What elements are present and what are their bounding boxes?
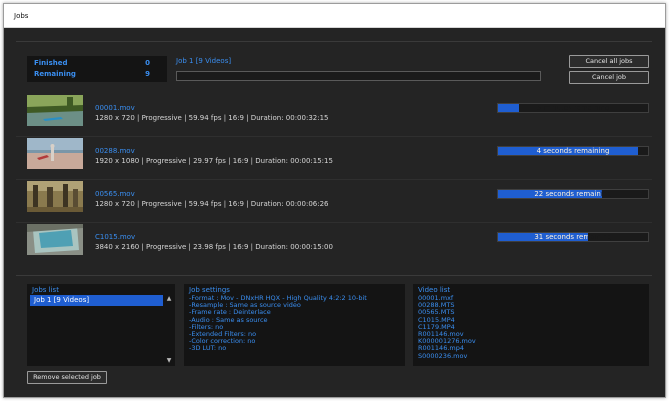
video-row: C1015.mov 3840 x 2160 | Progressive | 23… <box>4 222 665 264</box>
video-list-title: Video list <box>418 286 451 294</box>
scroll-up-icon[interactable]: ▲ <box>166 296 172 302</box>
video-list-items: 00001.mxf 00288.MTS 00565.MTS C1015.MP4 … <box>418 294 476 360</box>
video-name: 00565.mov <box>95 190 135 198</box>
video-name: 00288.mov <box>95 147 135 155</box>
video-progress-bar: 4 seconds remaining 4 seconds remaining <box>497 146 649 156</box>
row-divider <box>16 179 652 180</box>
video-info: 1280 x 720 | Progressive | 59.94 fps | 1… <box>95 200 329 208</box>
jobs-list-item[interactable]: Job 1 [9 Videos] <box>30 295 163 306</box>
cancel-all-jobs-button[interactable]: Cancel all jobs <box>569 55 649 68</box>
jobs-list-title: Jobs list <box>32 286 59 294</box>
scroll-down-icon[interactable]: ▼ <box>166 358 172 364</box>
row-divider <box>16 136 652 137</box>
jobs-window: Jobs Finished 0 Remaining 9 Job 1 [9 Vid… <box>3 3 666 398</box>
video-row: 00001.mov 1280 x 720 | Progressive | 59.… <box>4 95 665 135</box>
window-title: Jobs <box>14 12 29 20</box>
finished-row: Finished 0 <box>34 59 160 69</box>
video-list-panel: Video list 00001.mxf 00288.MTS 00565.MTS… <box>413 284 649 366</box>
title-bar[interactable]: Jobs <box>4 4 665 28</box>
remaining-count: 9 <box>145 70 150 78</box>
progress-label: 5 minutes remaining <box>536 104 610 112</box>
divider <box>16 41 652 42</box>
video-list-item: S0000236.mov <box>418 351 468 360</box>
job-settings-lines: -Format : Mov - DNxHR HQX - High Quality… <box>189 294 367 353</box>
cancel-job-button[interactable]: Cancel job <box>569 71 649 84</box>
video-info: 3840 x 2160 | Progressive | 23.98 fps | … <box>95 243 333 251</box>
remove-selected-job-button[interactable]: Remove selected job <box>27 371 107 384</box>
job-settings-panel: Job settings -Format : Mov - DNxHR HQX -… <box>184 284 405 366</box>
window-client: Finished 0 Remaining 9 Job 1 [9 Videos] … <box>4 29 665 397</box>
setting-line: -3D LUT: no <box>189 344 227 353</box>
video-progress-bar: 31 seconds remaining 31 seconds remainin… <box>497 232 649 242</box>
video-name: 00001.mov <box>95 104 135 112</box>
jobs-list-scrollbar[interactable]: ▲ ▼ <box>165 294 173 364</box>
video-info: 1280 x 720 | Progressive | 59.94 fps | 1… <box>95 114 329 122</box>
video-thumbnail-river-boat <box>27 95 83 126</box>
remaining-label: Remaining <box>34 70 76 78</box>
video-thumbnail-pool-aerial <box>27 224 83 255</box>
video-info: 1920 x 1080 | Progressive | 29.97 fps | … <box>95 157 333 165</box>
jobs-list-panel: Jobs list Job 1 [9 Videos] ▲ ▼ <box>27 284 175 366</box>
finished-count: 0 <box>145 59 150 67</box>
video-thumbnail-beach-scene <box>27 138 83 169</box>
job-progress-bar <box>176 71 541 81</box>
finished-label: Finished <box>34 59 68 67</box>
video-progress-bar: 22 seconds remaining 22 seconds remainin… <box>497 189 649 199</box>
video-progress-bar: 5 minutes remaining 5 minutes remaining <box>497 103 649 113</box>
progress-label-overlay: 4 seconds remaining <box>536 147 610 155</box>
video-thumbnail-forest-people <box>27 181 83 212</box>
current-job-title: Job 1 [9 Videos] <box>176 57 232 65</box>
row-divider <box>16 222 652 223</box>
remaining-row: Remaining 9 <box>34 70 160 80</box>
divider <box>16 275 652 276</box>
stats-panel: Finished 0 Remaining 9 <box>27 56 167 82</box>
job-settings-title: Job settings <box>189 286 230 294</box>
video-row: 00288.mov 1920 x 1080 | Progressive | 29… <box>4 136 665 178</box>
video-name: C1015.mov <box>95 233 136 241</box>
video-row: 00565.mov 1280 x 720 | Progressive | 59.… <box>4 179 665 221</box>
